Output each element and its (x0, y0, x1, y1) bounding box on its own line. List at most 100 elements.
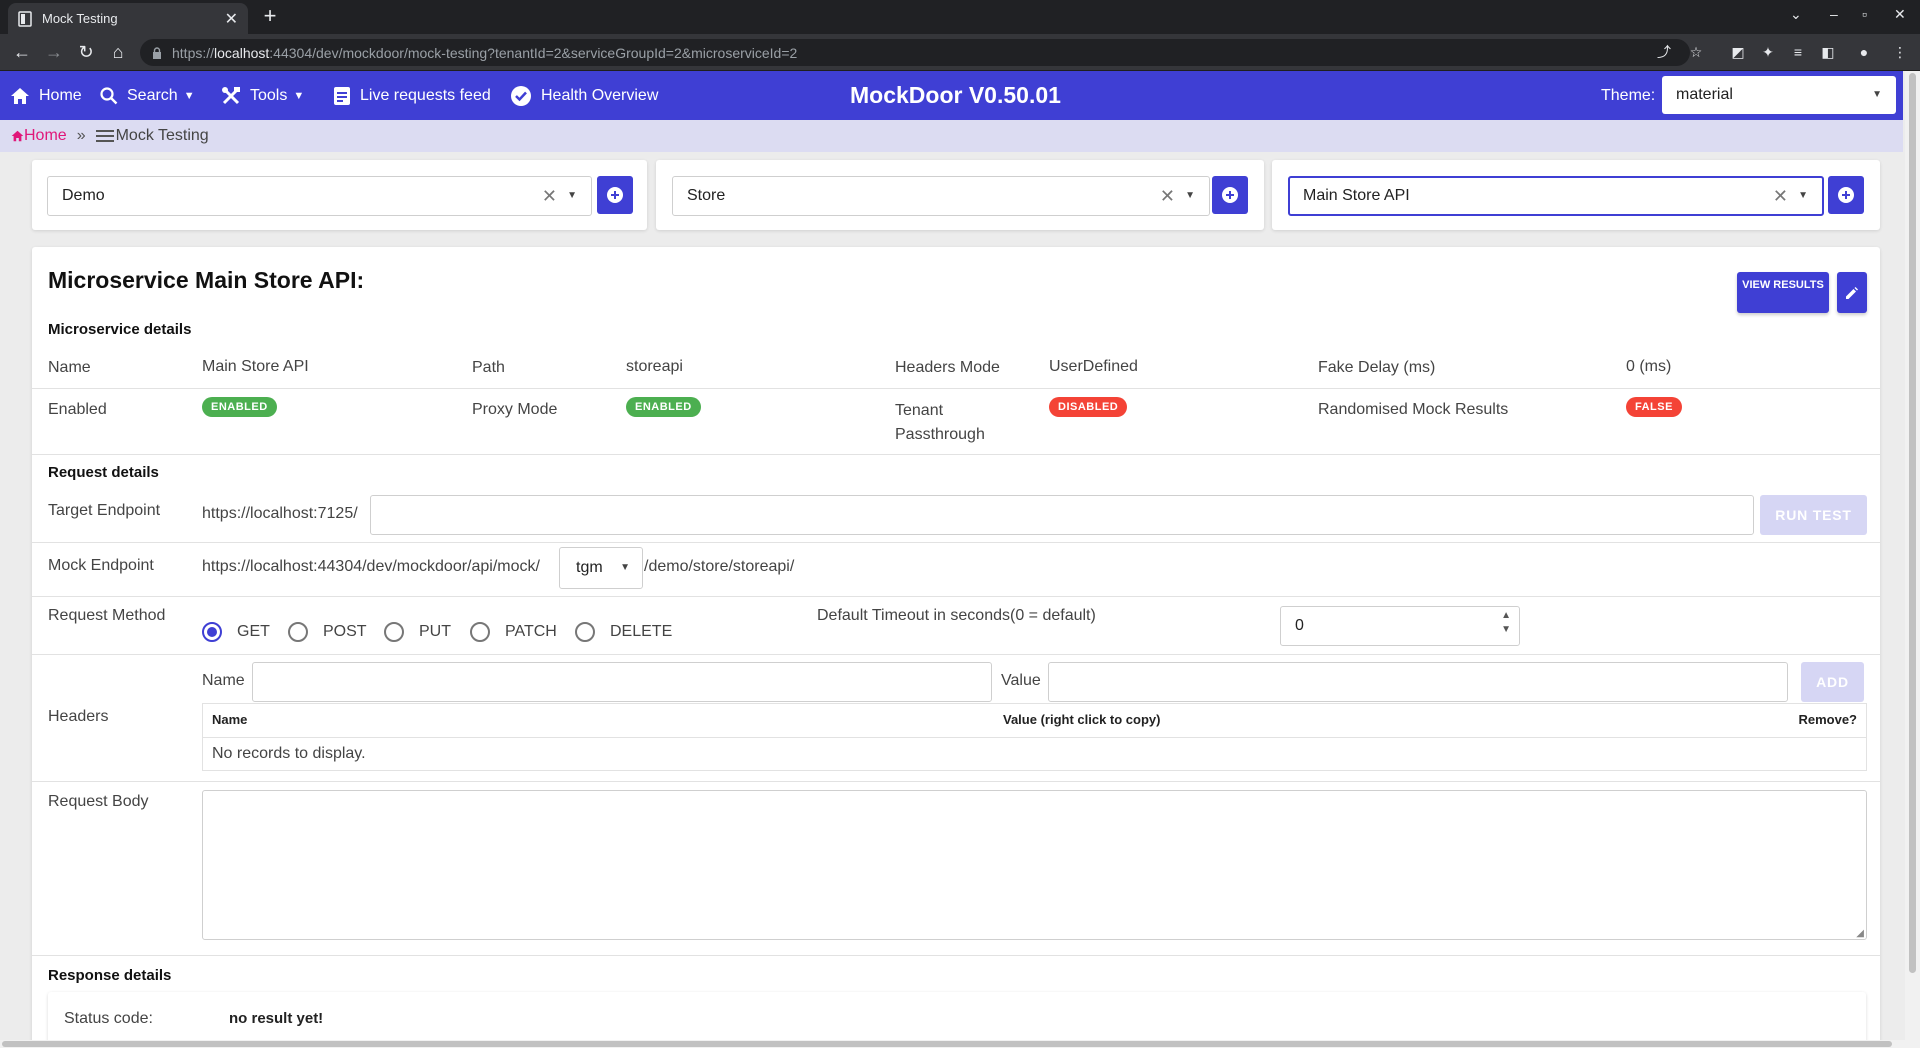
restore-icon[interactable]: ▫ (1862, 6, 1867, 22)
target-endpoint-prefix: https://localhost:7125/ (202, 505, 358, 522)
divider (32, 781, 1880, 782)
mock-tenant-select[interactable]: tgm ▼ (559, 547, 643, 589)
side-panel-icon[interactable]: ◧ (1820, 44, 1836, 60)
microservice-select[interactable]: Main Store API ✕ ▼ (1288, 176, 1824, 216)
path-label: Path (472, 359, 505, 376)
request-body-textarea[interactable]: ◢ (202, 790, 1867, 940)
extension-a-icon[interactable]: ◩ (1730, 44, 1746, 60)
add-header-button[interactable]: ADD (1801, 662, 1864, 702)
nav-health-label: Health Overview (541, 86, 659, 104)
profile-avatar-icon[interactable]: ● (1856, 44, 1872, 60)
home-browser-icon[interactable]: ⌂ (108, 42, 128, 62)
nav-search[interactable]: Search ▼ (100, 71, 195, 120)
tab-search-icon[interactable]: ⌄ (1790, 6, 1802, 23)
nav-home-label: Home (39, 86, 82, 104)
add-service-group-button[interactable] (1212, 176, 1248, 214)
extensions-puzzle-icon[interactable]: ✦ (1760, 44, 1776, 60)
headers-label: Headers (48, 708, 109, 725)
check-circle-icon (511, 85, 531, 106)
feed-icon (334, 86, 350, 105)
enabled-badge: ENABLED (202, 397, 277, 417)
add-tenant-button[interactable] (597, 176, 633, 214)
breadcrumb-current: Mock Testing (95, 127, 209, 145)
nav-tools-label: Tools (250, 86, 288, 104)
nav-home[interactable]: Home (10, 71, 82, 120)
chevron-down-icon: ▼ (183, 89, 195, 102)
target-endpoint-input[interactable] (370, 495, 1754, 535)
randomised-badge: FALSE (1626, 397, 1682, 417)
tenant-passthrough-badge: DISABLED (1049, 397, 1128, 417)
reading-list-icon[interactable]: ≡ (1790, 44, 1806, 60)
clear-icon[interactable]: ✕ (542, 177, 557, 215)
dropdown-arrow-icon[interactable]: ▼ (567, 177, 577, 215)
theme-select[interactable]: material ▼ (1662, 76, 1896, 114)
status-code-value: no result yet! (229, 1010, 324, 1027)
forward-icon[interactable]: → (44, 42, 64, 62)
timeout-input[interactable]: 0 ▲ ▼ (1280, 606, 1520, 646)
view-results-label: VIEW RESULTS (1742, 279, 1824, 291)
proxy-mode-badge: ENABLED (626, 397, 701, 417)
number-spinner-icon[interactable]: ▲ ▼ (1501, 609, 1511, 637)
edit-microservice-button[interactable] (1837, 272, 1867, 313)
dropdown-arrow-icon[interactable]: ▼ (1185, 177, 1195, 215)
dropdown-arrow-icon[interactable]: ▼ (1798, 178, 1808, 214)
header-value-label: Value (1001, 672, 1041, 689)
nav-health[interactable]: Health Overview (510, 71, 658, 120)
tenant-select[interactable]: Demo ✕ ▼ (47, 176, 592, 216)
grid-col-remove: Remove? (1798, 712, 1857, 727)
url-text: https://localhost:44304/dev/mockdoor/moc… (172, 44, 798, 61)
back-icon[interactable]: ← (12, 42, 32, 62)
browser-tab[interactable]: Mock Testing ✕ (8, 3, 248, 34)
share-icon[interactable]: ⤴ (1656, 44, 1672, 60)
minimize-icon[interactable]: – (1830, 6, 1838, 22)
tenant-passthrough-label: Tenant Passthrough (895, 402, 985, 443)
bookmark-star-icon[interactable]: ☆ (1688, 44, 1704, 60)
fake-delay-label: Fake Delay (ms) (1318, 359, 1436, 376)
breadcrumb-current-label: Mock Testing (115, 127, 209, 144)
close-tab-icon[interactable]: ✕ (225, 9, 238, 29)
run-test-button[interactable]: RUN TEST (1760, 495, 1867, 535)
breadcrumb-home[interactable]: Home (11, 127, 67, 145)
app-navbar: Home Search ▼ Tools ▼ Live requests feed… (0, 71, 1903, 120)
vertical-scrollbar[interactable] (1905, 71, 1920, 1040)
method-radio-get[interactable]: GET (202, 622, 270, 642)
reload-icon[interactable]: ↻ (76, 42, 96, 62)
close-window-icon[interactable]: ✕ (1894, 6, 1906, 23)
nav-live-feed[interactable]: Live requests feed (333, 71, 491, 120)
service-group-value: Store (687, 187, 726, 204)
theme-label: Theme: (1601, 87, 1656, 104)
method-radio-delete[interactable]: DELETE (575, 622, 672, 642)
browser-toolbar: ← → ↻ ⌂ https://localhost:44304/dev/mock… (0, 34, 1920, 71)
divider (32, 542, 1880, 543)
radio-icon (288, 622, 308, 642)
add-microservice-button[interactable] (1828, 176, 1864, 214)
header-name-input[interactable] (252, 662, 992, 702)
page-title: Microservice Main Store API: (48, 267, 365, 293)
add-circle-icon (607, 187, 623, 203)
method-radio-put[interactable]: PUT (384, 622, 451, 642)
proxy-mode-label: Proxy Mode (472, 401, 558, 418)
resize-handle-icon[interactable]: ◢ (1856, 928, 1864, 939)
header-value-input[interactable] (1048, 662, 1788, 702)
scrollbar-thumb[interactable] (1909, 73, 1916, 973)
grid-empty-message: No records to display. (212, 745, 366, 762)
nav-tools[interactable]: Tools ▼ (221, 71, 304, 120)
service-group-select[interactable]: Store ✕ ▼ (672, 176, 1210, 216)
address-bar[interactable]: https://localhost:44304/dev/mockdoor/moc… (140, 39, 1690, 66)
clear-icon[interactable]: ✕ (1773, 178, 1788, 214)
new-tab-icon[interactable]: + (258, 5, 282, 29)
nav-search-label: Search (127, 86, 178, 104)
scrollbar-thumb[interactable] (2, 1041, 1892, 1047)
view-results-button[interactable]: VIEW RESULTS (1737, 272, 1829, 313)
browser-menu-icon[interactable]: ⋮ (1892, 44, 1908, 60)
horizontal-scrollbar[interactable] (0, 1040, 1920, 1048)
service-group-card: Store ✕ ▼ (656, 160, 1264, 230)
lock-icon (153, 46, 161, 59)
request-body-label: Request Body (48, 793, 149, 810)
clear-icon[interactable]: ✕ (1160, 177, 1175, 215)
chevron-down-icon: ▼ (293, 89, 305, 102)
breadcrumb-home-label: Home (24, 127, 67, 144)
method-radio-patch[interactable]: PATCH (470, 622, 557, 642)
status-code-label: Status code: (64, 1010, 153, 1027)
method-radio-post[interactable]: POST (288, 622, 367, 642)
